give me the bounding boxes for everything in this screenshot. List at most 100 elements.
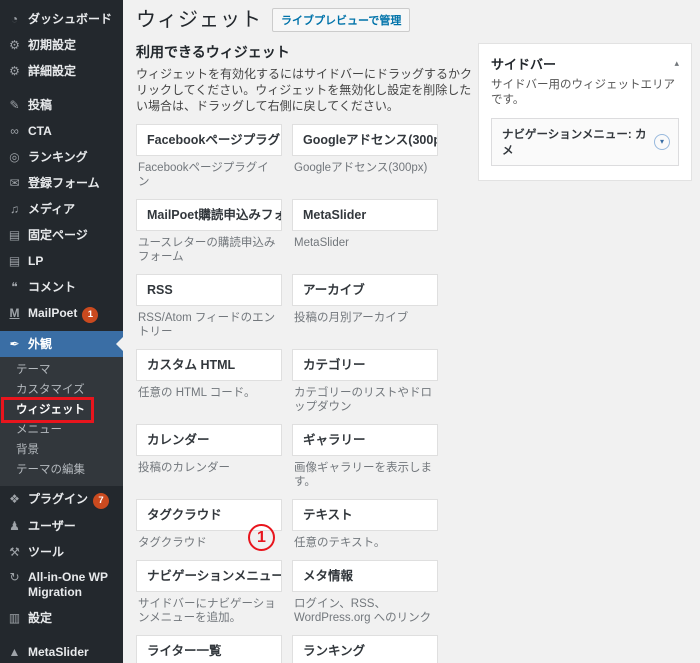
sidebar-item-label: 設定 — [28, 609, 52, 627]
widget-ranking[interactable]: ランキング — [292, 635, 438, 663]
sidebar-item-posts[interactable]: ✎ 投稿 — [0, 92, 123, 118]
envelope-icon: ✉ — [8, 174, 21, 192]
widget-description: Facebookページプラグイン — [138, 161, 280, 189]
widget-facebook-page-plugin[interactable]: Facebookページプラグイン — [136, 124, 282, 156]
sidebar-item-advanced-settings[interactable]: ⚙ 詳細設定 — [0, 58, 123, 84]
submenu-item-menus[interactable]: メニュー — [0, 420, 123, 440]
sidebar-item-label: All-in-One WP Migration — [28, 570, 117, 600]
widget-google-adsense[interactable]: Googleアドセンス(300px) — [292, 124, 438, 156]
sidebar-panel-description: サイドバー用のウィジェットエリアです。 — [491, 78, 679, 108]
sidebar-item-label: MailPoet1 — [28, 304, 98, 323]
widget-description: サイドバーにナビゲーションメニューを追加。 — [138, 597, 280, 625]
sidebar-item-users[interactable]: ♟ ユーザー — [0, 513, 123, 539]
sidebar-item-settings[interactable]: ▥ 設定 — [0, 605, 123, 631]
media-icon: ♫ — [8, 200, 21, 218]
gear-icon: ⚙ — [8, 36, 21, 54]
sidebar-item-registration-form[interactable]: ✉ 登録フォーム — [0, 170, 123, 196]
sidebar-item-ranking[interactable]: ◎ ランキング — [0, 144, 123, 170]
sidebar-item-label: CTA — [28, 122, 52, 140]
available-widgets-grid: Facebookページプラグイン Facebookページプラグイン Google… — [136, 124, 438, 663]
widget-writer-list[interactable]: ライター一覧 — [136, 635, 282, 663]
widget-description: 画像ギャラリーを表示します。 — [294, 461, 436, 489]
widget-description: 任意の HTML コード。 — [138, 386, 280, 400]
sidebar-item-cta[interactable]: ∞ CTA — [0, 118, 123, 144]
widget-cell-rss: RSS RSS/Atom フィードのエントリー — [136, 274, 282, 339]
submenu-item-customize[interactable]: カスタマイズ — [0, 380, 123, 400]
sidebar-item-label: LP — [28, 252, 43, 270]
sidebar-item-label: プラグイン7 — [28, 490, 109, 509]
appearance-icon: ✒ — [8, 335, 21, 353]
widget-calendar[interactable]: カレンダー — [136, 424, 282, 456]
sidebar-item-dashboard[interactable]: ◔ ダッシュボード — [0, 6, 123, 32]
metaslider-icon: ▲ — [8, 643, 21, 661]
widget-mailpoet-subscription-form[interactable]: MailPoet購読申込みフォ… — [136, 199, 282, 231]
widget-cell-navigation-menu: 1 ナビゲーションメニュー サイドバーにナビゲーションメニューを追加。 — [136, 560, 282, 625]
widget-cell-text: テキスト 任意のテキスト。 — [292, 499, 438, 550]
mailpoet-icon: M — [8, 304, 21, 322]
widget-archives[interactable]: アーカイブ — [292, 274, 438, 306]
widget-cell-ranking: ランキング ランキング — [292, 635, 438, 663]
sidebar-item-metaslider[interactable]: ▲ MetaSlider — [0, 639, 123, 663]
placed-widget-title: ナビゲーションメニュー: カメ — [502, 126, 654, 158]
sidebar-item-label: MetaSlider — [28, 643, 89, 661]
submenu-item-background[interactable]: 背景 — [0, 440, 123, 460]
sidebar-item-initial-settings[interactable]: ⚙ 初期設定 — [0, 32, 123, 58]
widget-description: 投稿のカレンダー — [138, 461, 280, 475]
sidebar-item-all-in-one-wp-migration[interactable]: ↻ All-in-One WP Migration — [0, 565, 123, 605]
widget-categories[interactable]: カテゴリー — [292, 349, 438, 381]
pin-icon: ✎ — [8, 96, 21, 114]
medal-icon: ◎ — [8, 148, 21, 166]
sidebar-item-label: 登録フォーム — [28, 174, 100, 192]
sidebar-item-label: 投稿 — [28, 96, 52, 114]
pages-icon: ▤ — [8, 226, 21, 244]
widget-custom-html[interactable]: カスタム HTML — [136, 349, 282, 381]
sidebar-item-mailpoet[interactable]: M MailPoet1 — [0, 300, 123, 327]
sidebar-item-comments[interactable]: ❝ コメント — [0, 274, 123, 300]
sidebar-panel-title: サイドバー — [491, 54, 556, 73]
panel-collapse-icon[interactable]: ▴ — [674, 58, 679, 69]
tools-icon: ⚒ — [8, 543, 21, 561]
current-menu-arrow — [116, 337, 123, 351]
sidebar-item-label: 詳細設定 — [28, 62, 76, 80]
sidebar-item-label: ユーザー — [28, 517, 76, 535]
pages-icon: ▤ — [8, 252, 21, 270]
sidebar-item-tools[interactable]: ⚒ ツール — [0, 539, 123, 565]
migration-icon: ↻ — [8, 570, 21, 585]
widget-cell-metaslider: MetaSlider MetaSlider — [292, 199, 438, 264]
sidebar-item-appearance[interactable]: ✒ 外観 — [0, 331, 123, 357]
placed-widget-navigation-menu[interactable]: ナビゲーションメニュー: カメ ▾ — [491, 118, 679, 166]
widget-cell-writer-list: ライター一覧 ライター一覧 — [136, 635, 282, 663]
widget-cell-gallery: ギャラリー 画像ギャラリーを表示します。 — [292, 424, 438, 489]
widget-gallery[interactable]: ギャラリー — [292, 424, 438, 456]
sidebar-item-media[interactable]: ♫ メディア — [0, 196, 123, 222]
widget-title: ナビゲーションメニュー — [147, 569, 282, 583]
sidebar-panel-header[interactable]: サイドバー ▴ — [479, 44, 691, 75]
sidebar-item-pages[interactable]: ▤ 固定ページ — [0, 222, 123, 248]
widget-navigation-menu[interactable]: ナビゲーションメニュー — [136, 560, 282, 592]
widget-cell-archives: アーカイブ 投稿の月別アーカイブ — [292, 274, 438, 339]
widget-text[interactable]: テキスト — [292, 499, 438, 531]
sidebar-item-plugins[interactable]: ❖ プラグイン7 — [0, 486, 123, 513]
plugin-update-badge: 7 — [93, 493, 109, 509]
submenu-item-theme-editor[interactable]: テーマの編集 — [0, 460, 123, 480]
widget-cell-facebook-page-plugin: Facebookページプラグイン Facebookページプラグイン — [136, 124, 282, 189]
submenu-item-widgets[interactable]: ウィジェット — [0, 400, 123, 420]
user-icon: ♟ — [8, 517, 21, 535]
widget-rss[interactable]: RSS — [136, 274, 282, 306]
widget-metaslider[interactable]: MetaSlider — [292, 199, 438, 231]
sidebar-item-label: ランキング — [28, 148, 88, 166]
live-preview-manage-button[interactable]: ライブプレビューで管理 — [272, 8, 410, 32]
chevron-down-icon[interactable]: ▾ — [654, 134, 670, 150]
sidebar-item-lp[interactable]: ▤ LP — [0, 248, 123, 274]
widget-description: RSS/Atom フィードのエントリー — [138, 311, 280, 339]
admin-sidebar: ◔ ダッシュボード ⚙ 初期設定 ⚙ 詳細設定 ✎ 投稿 ∞ CTA ◎ ランキ… — [0, 0, 123, 663]
submenu-item-themes[interactable]: テーマ — [0, 360, 123, 380]
widget-meta[interactable]: メタ情報 — [292, 560, 438, 592]
page-title: ウィジェット — [136, 8, 262, 32]
appearance-submenu: テーマ カスタマイズ ウィジェット メニュー 背景 テーマの編集 — [0, 357, 123, 486]
widget-description: カテゴリーのリストやドロップダウン — [294, 386, 436, 414]
page-title-row: ウィジェット ライブプレビューで管理 — [136, 8, 692, 32]
widget-cell-meta: メタ情報 ログイン、RSS、WordPress.org へのリンク — [292, 560, 438, 625]
widget-description: 投稿の月別アーカイブ — [294, 311, 436, 325]
mailpoet-count-badge: 1 — [82, 307, 98, 323]
